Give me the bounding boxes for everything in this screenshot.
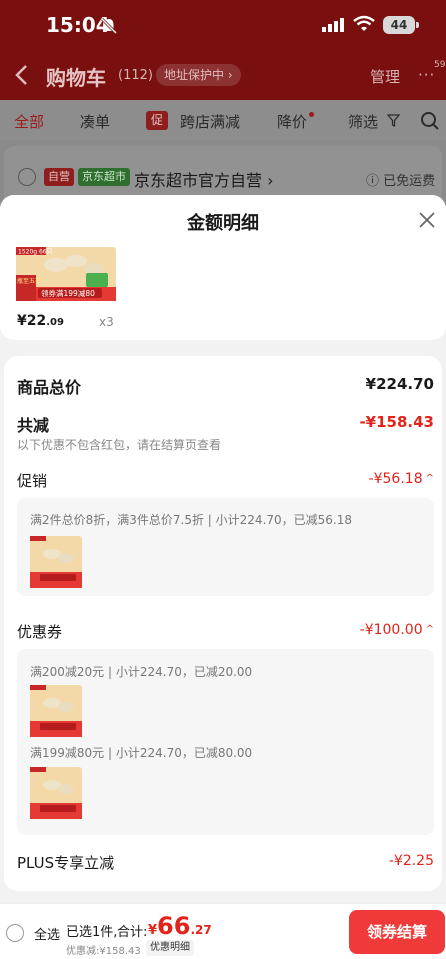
filter-tab-filter[interactable]: 筛选 [348,111,378,132]
discount-detail-link[interactable]: 优惠明细 [146,940,194,956]
promo-detail-box: 满2件总价8折，满3件总价7.5折 | 小计224.70，已减56.18 [17,498,434,596]
search-icon[interactable] [420,111,440,131]
promo-rule-text: 满2件总价8折，满3件总价7.5折 | 小计224.70，已减56.18 [30,513,353,527]
total-currency: ¥ [148,923,158,938]
total-reduction-value: -¥158.43 [359,413,434,431]
checkout-button[interactable]: 领券结算 [349,910,445,954]
wifi-icon [353,15,375,31]
address-protection-pill[interactable]: 地址保护中 › [156,64,241,86]
sheet-header: 金额明细 [0,195,446,247]
filter-funnel-icon[interactable] [387,114,400,127]
back-arrow-icon[interactable] [14,64,30,86]
more-menu-icon[interactable]: ··· [418,66,435,84]
shipping-info: ⓘ 已免运费 [366,174,436,189]
thumb-discount-text: 瓶至五折 [17,277,41,285]
thumb-weight-text: 1520g 66只 [18,249,53,256]
promo-product-thumbnail [30,536,82,588]
thumb-coupon-text: 领券满199减80 [41,288,95,298]
signal-icon [322,18,344,32]
product-card: 1520g 66只 领券满199减80 瓶至五折 ¥22.09 x3 [0,247,446,340]
reduction-note: 以下优惠不包含红包，请在结算页查看 [17,438,222,452]
close-icon[interactable] [418,211,436,229]
product-thumbnail[interactable]: 1520g 66只 领券满199减80 瓶至五折 [16,247,116,301]
filter-tab-cou[interactable]: 凑单 [80,111,110,132]
saved-amount: 优惠减:¥158.43 [66,946,141,957]
status-bar: 15:04 44 [0,0,446,50]
bell-muted-icon [100,17,118,35]
coupon-product-thumbnail-2 [30,767,82,819]
coupon-rule-2: 满199减80元 | 小计224.70，已减80.00 [30,746,253,760]
goods-total-label: 商品总价 [17,378,82,397]
total-amount-dec: .27 [190,923,212,937]
select-all-label[interactable]: 全选 [34,924,60,943]
promo-value: -¥56.18 [368,471,423,487]
store-select-radio[interactable] [18,168,36,186]
promo-label: 促销 [17,472,48,490]
battery-indicator: 44 [383,16,415,34]
total-label: 合计: [117,925,148,940]
filter-tab-cross-store[interactable]: 跨店满减 [180,111,240,132]
plus-discount-label: PLUS专享立减 [17,854,115,872]
select-all-radio[interactable] [6,924,24,942]
checkout-bar: 全选 已选1件, 合计: ¥66.27 优惠减:¥158.43 优惠明细 领券结… [0,903,446,959]
chevron-up-icon: ^ [425,473,434,484]
selected-count: 已选1件, [66,925,118,940]
filter-tab-all[interactable]: 全部 [14,111,44,132]
coupon-detail-box: 满200减20元 | 小计224.70，已减20.00 满199减80元 | 小… [17,649,434,835]
coupon-label: 优惠券 [17,623,63,641]
price-drop-dot [309,112,314,117]
total-amount: ¥66.27 [148,912,212,940]
cart-filter-bar: 全部 凑单 促 跨店满减 降价 筛选 [0,100,446,140]
product-price-int: ¥22 [17,313,47,329]
total-reduction-label: 共减 [17,416,50,435]
more-badge: 59 [434,60,446,70]
promo-tag: 促 [146,111,168,130]
coupon-value: -¥100.00 [359,622,423,638]
page-title: 购物车 [46,66,106,90]
amount-detail-card: 商品总价 ¥224.70 共减 -¥158.43 以下优惠不包含红包，请在结算页… [4,356,442,891]
manage-button[interactable]: 管理 [370,66,400,87]
supermarket-tag: 京东超市 [78,168,130,186]
cart-header-background: 15:04 44 购物车 (112) 地址保护中 › 管理 ··· 59 [0,0,446,100]
coupon-product-thumbnail-1 [30,685,82,737]
coupon-value-toggle[interactable]: -¥100.00 ^ [360,622,434,638]
coupon-rule-1: 满200减20元 | 小计224.70，已减20.00 [30,665,253,679]
chevron-up-icon: ^ [425,624,434,635]
cart-item-count: (112) [118,68,153,83]
promo-value-toggle[interactable]: -¥56.18 ^ [369,471,434,487]
product-price: ¥22.09 [17,313,64,329]
amount-detail-sheet: 金额明细 1520g 66只 领券满199减80 瓶至五折 ¥22.09 x3 … [0,195,446,959]
filter-tab-price-drop[interactable]: 降价 [277,111,307,132]
total-amount-int: 66 [157,912,191,940]
product-quantity: x3 [99,315,114,329]
plus-discount-value: -¥2.25 [388,853,434,869]
store-name[interactable]: 京东超市官方自营 › [134,167,274,191]
battery-tip [416,22,419,28]
self-operated-tag: 自营 [44,168,74,186]
goods-total-value: ¥224.70 [365,375,434,393]
sheet-title: 金额明细 [187,213,259,234]
cart-nav-bar: 购物车 (112) 地址保护中 › 管理 ··· 59 [0,54,446,98]
product-price-dec: .09 [46,317,64,328]
